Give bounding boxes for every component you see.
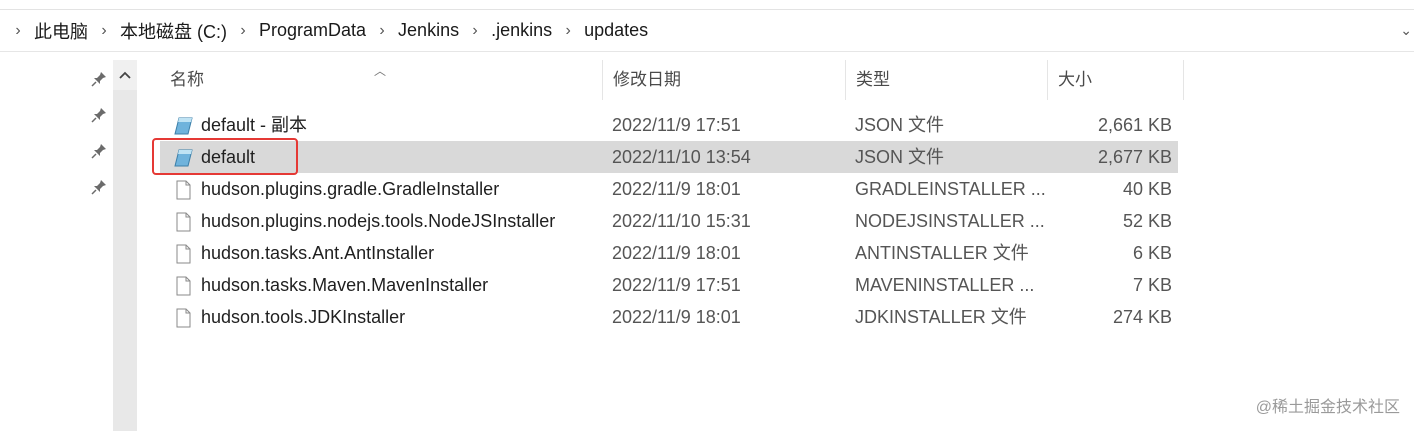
file-name: hudson.plugins.nodejs.tools.NodeJSInstal… (201, 211, 556, 231)
file-row[interactable]: hudson.tasks.Maven.MavenInstaller 2022/1… (160, 269, 1178, 301)
nav-scrollbar[interactable] (113, 60, 137, 431)
json-file-icon (174, 117, 193, 135)
file-name: hudson.tools.JDKInstaller (201, 307, 406, 327)
pin-icon[interactable] (90, 142, 108, 160)
window-top-strip (0, 0, 1414, 10)
file-date: 2022/11/9 17:51 (612, 115, 741, 135)
file-row[interactable]: hudson.tools.JDKInstaller 2022/11/9 18:0… (160, 301, 1178, 333)
file-type: JDKINSTALLER 文件 (855, 307, 1027, 327)
file-name: hudson.plugins.gradle.GradleInstaller (201, 179, 500, 199)
navigation-pane (0, 52, 113, 431)
file-date: 2022/11/9 18:01 (612, 179, 741, 199)
file-type: JSON 文件 (855, 147, 945, 167)
chevron-right-icon[interactable]: › (229, 22, 257, 40)
highlight-annotation-box (152, 138, 298, 175)
file-row[interactable]: hudson.plugins.nodejs.tools.NodeJSInstal… (160, 205, 1178, 237)
file-name: default - 副本 (201, 115, 308, 135)
file-type: JSON 文件 (855, 115, 945, 135)
file-size: 7 KB (1132, 275, 1172, 295)
chevron-right-icon[interactable]: › (368, 22, 396, 40)
file-size: 52 KB (1122, 211, 1172, 231)
file-type: MAVENINSTALLER ... (855, 275, 1035, 295)
file-date: 2022/11/9 18:01 (612, 243, 741, 263)
file-name: hudson.tasks.Maven.MavenInstaller (201, 275, 489, 295)
column-header-row: 名称 修改日期 类型 大小 (160, 60, 1184, 100)
breadcrumb-this-pc[interactable]: 此电脑 (32, 18, 90, 44)
file-name: hudson.tasks.Ant.AntInstaller (201, 243, 435, 263)
file-type: GRADLEINSTALLER ... (855, 179, 1046, 199)
file-type: ANTINSTALLER 文件 (855, 243, 1029, 263)
file-size: 274 KB (1112, 307, 1172, 327)
address-bar[interactable]: › 此电脑 › 本地磁盘 (C:) › ProgramData › Jenkin… (0, 10, 1414, 52)
breadcrumb-local-disk[interactable]: 本地磁盘 (C:) (118, 18, 229, 44)
chevron-up-icon (119, 71, 131, 79)
file-row[interactable]: hudson.tasks.Ant.AntInstaller 2022/11/9 … (160, 237, 1178, 269)
breadcrumb-updates[interactable]: updates (582, 20, 650, 41)
chevron-right-icon[interactable]: › (90, 22, 118, 40)
file-size: 6 KB (1132, 243, 1172, 263)
watermark: @稀土掘金技术社区 (1255, 399, 1400, 416)
pin-icon[interactable] (90, 106, 108, 124)
file-size: 2,661 KB (1097, 115, 1172, 135)
breadcrumb-programdata[interactable]: ProgramData (257, 20, 368, 41)
file-row-selected[interactable]: default 2022/11/10 13:54 JSON 文件 2,677 K… (160, 141, 1178, 173)
breadcrumb-dot-jenkins[interactable]: .jenkins (489, 20, 554, 41)
pin-icon[interactable] (90, 178, 108, 196)
file-date: 2022/11/10 15:31 (612, 211, 751, 231)
file-size: 2,677 KB (1097, 147, 1172, 167)
blank-file-icon (176, 212, 191, 232)
file-row[interactable]: hudson.plugins.gradle.GradleInstaller 20… (160, 173, 1178, 205)
chevron-right-icon[interactable]: › (461, 22, 489, 40)
blank-file-icon (176, 244, 191, 264)
chevron-right-icon[interactable]: › (554, 22, 582, 40)
column-header-date[interactable]: 修改日期 (603, 60, 846, 100)
blank-file-icon (176, 180, 191, 200)
chevron-down-icon[interactable]: ⌄ (1400, 22, 1412, 39)
file-date: 2022/11/9 17:51 (612, 275, 741, 295)
file-date: 2022/11/10 13:54 (612, 147, 751, 167)
breadcrumb-jenkins[interactable]: Jenkins (396, 20, 461, 41)
pin-icon[interactable] (90, 70, 108, 88)
file-date: 2022/11/9 18:01 (612, 307, 741, 327)
blank-file-icon (176, 276, 191, 296)
file-type: NODEJSINSTALLER ... (855, 211, 1045, 231)
file-size: 40 KB (1122, 179, 1172, 199)
column-header-name[interactable]: 名称 (160, 60, 603, 100)
column-header-type[interactable]: 类型 (846, 60, 1048, 100)
chevron-right-icon[interactable]: › (4, 22, 32, 40)
scroll-up-button[interactable] (113, 60, 137, 90)
file-row[interactable]: default - 副本 2022/11/9 17:51 JSON 文件 2,6… (160, 109, 1178, 141)
column-header-size[interactable]: 大小 (1048, 60, 1184, 100)
blank-file-icon (176, 308, 191, 328)
